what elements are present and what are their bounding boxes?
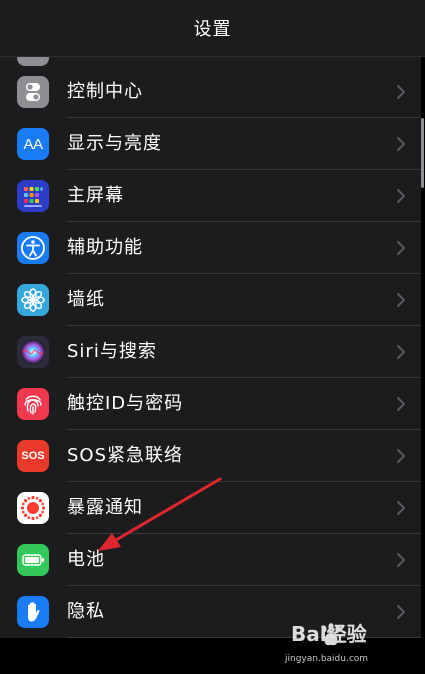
settings-row-label: 暴露通知 [67,497,143,518]
settings-row-label: 主屏幕 [67,185,124,206]
settings-row-display-brightness[interactable]: AA 显示与亮度 [0,118,421,170]
wallpaper-icon [17,284,49,316]
settings-row-accessibility[interactable]: 辅助功能 [0,222,421,274]
chevron-right-icon [397,241,405,255]
settings-row-wallpaper[interactable]: 墙纸 [0,274,421,326]
display-brightness-icon: AA [17,128,49,160]
chevron-right-icon [397,501,405,515]
settings-row-label: 显示与亮度 [67,133,162,154]
settings-row-label: 控制中心 [67,81,143,102]
control-center-icon [17,76,49,108]
settings-row-label: 隐私 [67,601,105,622]
touch-id-icon [17,388,49,420]
baidu-jingyan-watermark: Bai经验 jingyan.baidu.com [285,618,405,668]
partial-settings-icon [17,56,49,66]
chevron-right-icon [397,137,405,151]
privacy-hand-icon [17,596,49,628]
partially-visible-row [0,56,421,66]
page-title: 设置 [193,19,232,40]
settings-row-label: 电池 [67,549,105,570]
accessibility-icon [17,232,49,264]
chevron-right-icon [397,397,405,411]
watermark-url: jingyan.baidu.com [285,654,369,664]
home-screen-icon [17,180,49,212]
sos-icon-glyph: SOS [21,450,45,462]
settings-row-label: 辅助功能 [67,237,143,258]
settings-row-battery[interactable]: 电池 [0,534,421,586]
chevron-right-icon [397,449,405,463]
settings-row-label: 触控ID与密码 [67,393,184,414]
settings-row-label: 墙纸 [67,289,105,310]
scroll-indicator[interactable] [421,118,424,188]
watermark-brand: Bai经验 [291,622,367,646]
settings-list: 控制中心 AA 显示与亮度 主屏幕 辅助功能 墙纸 Siri与搜索 触控ID与密… [0,66,421,638]
chevron-right-icon [397,345,405,359]
chevron-right-icon [397,553,405,567]
battery-icon [17,544,49,576]
settings-row-label: Siri与搜索 [67,341,157,362]
chevron-right-icon [397,85,405,99]
settings-row-label: SOS紧急联络 [67,445,184,466]
chevron-right-icon [397,189,405,203]
siri-icon [17,336,49,368]
settings-row-emergency-sos[interactable]: SOS SOS紧急联络 [0,430,421,482]
chevron-right-icon [397,293,405,307]
settings-row-control-center[interactable]: 控制中心 [0,66,421,118]
sos-icon: SOS [17,440,49,472]
display-icon-glyph: AA [23,135,43,153]
settings-row-touch-id-passcode[interactable]: 触控ID与密码 [0,378,421,430]
settings-row-siri-search[interactable]: Siri与搜索 [0,326,421,378]
navigation-bar: 设置 [0,0,425,57]
exposure-notification-icon [17,492,49,524]
settings-row-home-screen[interactable]: 主屏幕 [0,170,421,222]
settings-row-exposure-notifications[interactable]: 暴露通知 [0,482,421,534]
